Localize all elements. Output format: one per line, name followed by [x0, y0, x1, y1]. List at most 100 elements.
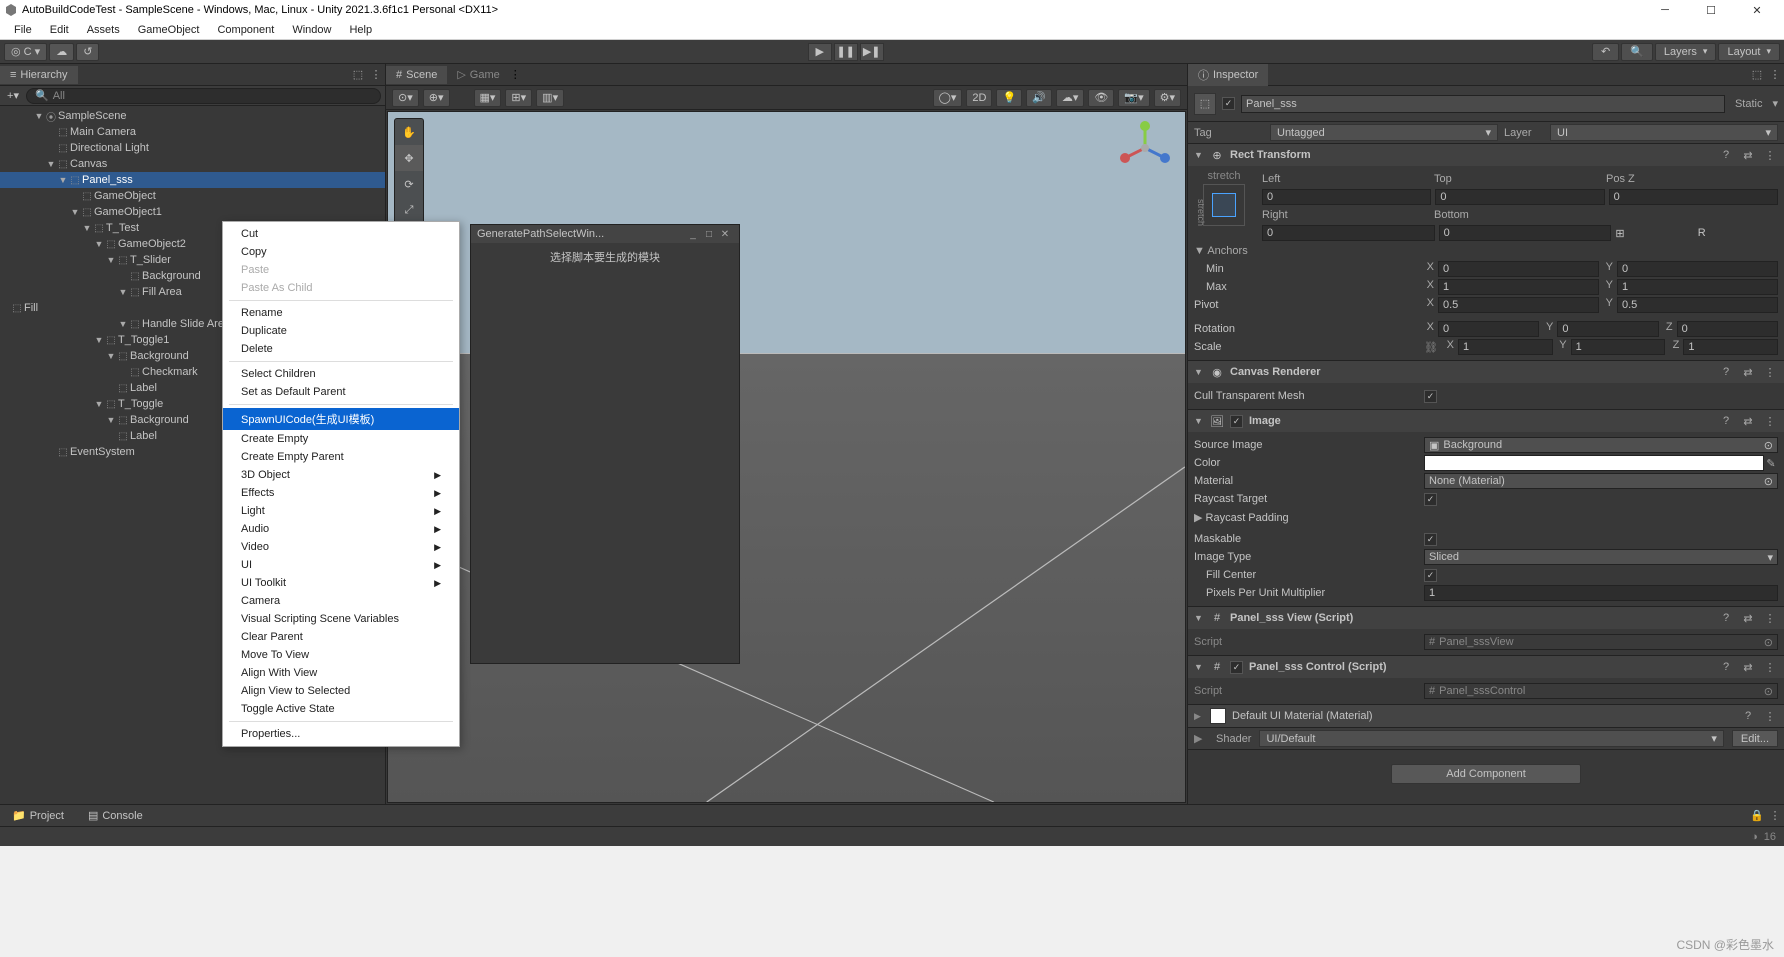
- menu-light[interactable]: Light▶: [223, 502, 459, 520]
- scene-root[interactable]: ▼⦿SampleScene: [0, 108, 385, 124]
- global-button[interactable]: ⊕▾: [423, 89, 450, 107]
- menu-clear-parent[interactable]: Clear Parent: [223, 628, 459, 646]
- gameobject-active-checkbox[interactable]: ✓: [1222, 97, 1235, 110]
- rot-x[interactable]: 0: [1438, 321, 1539, 337]
- gameobject-icon[interactable]: ⬚: [1194, 93, 1216, 115]
- menu-align-view-to-selected[interactable]: Align View to Selected: [223, 682, 459, 700]
- orientation-gizmo[interactable]: [1117, 120, 1173, 176]
- play-button[interactable]: ▶: [808, 43, 832, 61]
- rot-y[interactable]: 0: [1557, 321, 1658, 337]
- right-field[interactable]: 0: [1262, 225, 1435, 241]
- scale-link-icon[interactable]: ⛓: [1424, 341, 1438, 354]
- menu-align-with-view[interactable]: Align With View: [223, 664, 459, 682]
- hierarchy-tab[interactable]: ≡Hierarchy: [0, 66, 78, 84]
- inspector-lock-icon[interactable]: ⬚: [1748, 68, 1766, 81]
- menu-3d-object[interactable]: 3D Object▶: [223, 466, 459, 484]
- edit-shader-button[interactable]: Edit...: [1732, 730, 1778, 747]
- fill-center-checkbox[interactable]: ✓: [1424, 569, 1437, 582]
- menu-file[interactable]: File: [6, 22, 40, 38]
- scl-y[interactable]: 1: [1571, 339, 1666, 355]
- menu-create-empty[interactable]: Create Empty: [223, 430, 459, 448]
- grid-button[interactable]: ▦▾: [474, 89, 502, 107]
- menu-component[interactable]: Component: [209, 22, 282, 38]
- minimize-button[interactable]: ─: [1642, 0, 1688, 20]
- undo-history-button[interactable]: ↶: [1592, 43, 1619, 61]
- move-tool[interactable]: ✥: [395, 145, 423, 171]
- menu-select-children[interactable]: Select Children: [223, 365, 459, 383]
- menu-copy[interactable]: Copy: [223, 243, 459, 261]
- layout-dropdown[interactable]: Layout▾: [1718, 43, 1780, 61]
- step-button[interactable]: ▶❚: [860, 43, 884, 61]
- menu-video[interactable]: Video▶: [223, 538, 459, 556]
- layer-dropdown[interactable]: UI▾: [1550, 124, 1778, 141]
- hierarchy-item[interactable]: ⬚Directional Light: [0, 140, 385, 156]
- scene-tab[interactable]: #Scene: [386, 66, 447, 84]
- maximize-button[interactable]: ☐: [1688, 0, 1734, 20]
- menu-vs-vars[interactable]: Visual Scripting Scene Variables: [223, 610, 459, 628]
- snap-button[interactable]: ⊞▾: [505, 89, 532, 107]
- lighting-button[interactable]: 💡: [996, 89, 1022, 107]
- preset-icon[interactable]: ⇄: [1740, 149, 1756, 162]
- incr-button[interactable]: ▥▾: [536, 89, 564, 107]
- menu-gameobject[interactable]: GameObject: [130, 22, 208, 38]
- menu-effects[interactable]: Effects▶: [223, 484, 459, 502]
- image-type-dropdown[interactable]: Sliced▾: [1424, 549, 1778, 565]
- audio-button[interactable]: 🔊: [1026, 89, 1052, 107]
- project-tab[interactable]: 📁Project: [0, 806, 76, 825]
- ppu-field[interactable]: 1: [1424, 585, 1778, 601]
- menu-camera[interactable]: Camera: [223, 592, 459, 610]
- pivot-x[interactable]: 0.5: [1438, 297, 1599, 313]
- component-menu-icon[interactable]: ⋮: [1762, 149, 1778, 162]
- menu-audio[interactable]: Audio▶: [223, 520, 459, 538]
- color-field[interactable]: [1424, 455, 1764, 471]
- scl-z[interactable]: 1: [1683, 339, 1778, 355]
- source-image-field[interactable]: ▣Background⊙: [1424, 437, 1778, 453]
- menu-duplicate[interactable]: Duplicate: [223, 322, 459, 340]
- hierarchy-item[interactable]: ▼⬚GameObject1: [0, 204, 385, 220]
- hierarchy-search-input[interactable]: 🔍All: [26, 88, 381, 104]
- rotate-tool[interactable]: ⟳: [395, 171, 423, 197]
- menu-assets[interactable]: Assets: [79, 22, 128, 38]
- menu-rename[interactable]: Rename: [223, 304, 459, 322]
- tag-dropdown[interactable]: Untagged▾: [1270, 124, 1498, 141]
- menu-window[interactable]: Window: [284, 22, 339, 38]
- hierarchy-item[interactable]: ⬚Main Camera: [0, 124, 385, 140]
- maskable-checkbox[interactable]: ✓: [1424, 533, 1437, 546]
- hierarchy-add-button[interactable]: +▾: [4, 89, 22, 102]
- account-button[interactable]: ◎ C ▾: [4, 43, 47, 61]
- game-tab[interactable]: ▷Game: [447, 65, 509, 84]
- menu-delete[interactable]: Delete: [223, 340, 459, 358]
- hierarchy-item[interactable]: ▼⬚Canvas: [0, 156, 385, 172]
- anchor-preset-button[interactable]: stretch: [1203, 184, 1245, 226]
- menu-create-empty-parent[interactable]: Create Empty Parent: [223, 448, 459, 466]
- popup-close-icon[interactable]: ✕: [717, 229, 733, 240]
- material-field[interactable]: None (Material)⊙: [1424, 473, 1778, 489]
- bottom-field[interactable]: 0: [1439, 225, 1612, 241]
- left-field[interactable]: 0: [1262, 189, 1431, 205]
- menu-toggle-active[interactable]: Toggle Active State: [223, 700, 459, 718]
- menu-set-default-parent[interactable]: Set as Default Parent: [223, 383, 459, 401]
- hierarchy-item[interactable]: ⬚GameObject: [0, 188, 385, 204]
- anchor-min-y[interactable]: 0: [1617, 261, 1778, 277]
- menu-cut[interactable]: Cut: [223, 225, 459, 243]
- search-button[interactable]: 🔍: [1621, 43, 1653, 61]
- menu-spawn-ui-code[interactable]: SpawnUICode(生成UI模板): [223, 408, 459, 430]
- hierarchy-item[interactable]: ▼⬚Panel_sss: [0, 172, 385, 188]
- shader-dropdown[interactable]: UI/Default▾: [1259, 730, 1723, 747]
- gizmos-button[interactable]: ⚙▾: [1154, 89, 1181, 107]
- draw-mode-button[interactable]: ◯▾: [933, 89, 963, 107]
- history-button[interactable]: ↺: [76, 43, 99, 61]
- console-tab[interactable]: ▤Console: [76, 806, 155, 825]
- rot-z[interactable]: 0: [1677, 321, 1778, 337]
- inspector-menu-icon[interactable]: ⋮: [1766, 68, 1784, 81]
- pivot-y[interactable]: 0.5: [1617, 297, 1778, 313]
- hierarchy-menu-icon[interactable]: ⋮: [367, 68, 385, 81]
- scl-x[interactable]: 1: [1458, 339, 1553, 355]
- scale-tool[interactable]: ⤢: [395, 197, 423, 223]
- popup-min-icon[interactable]: _: [685, 229, 701, 240]
- anchor-min-x[interactable]: 0: [1438, 261, 1599, 277]
- menu-edit[interactable]: Edit: [42, 22, 77, 38]
- fx-button[interactable]: ☁▾: [1056, 89, 1085, 107]
- add-component-button[interactable]: Add Component: [1391, 764, 1581, 784]
- mode-2d-button[interactable]: 2D: [966, 89, 992, 107]
